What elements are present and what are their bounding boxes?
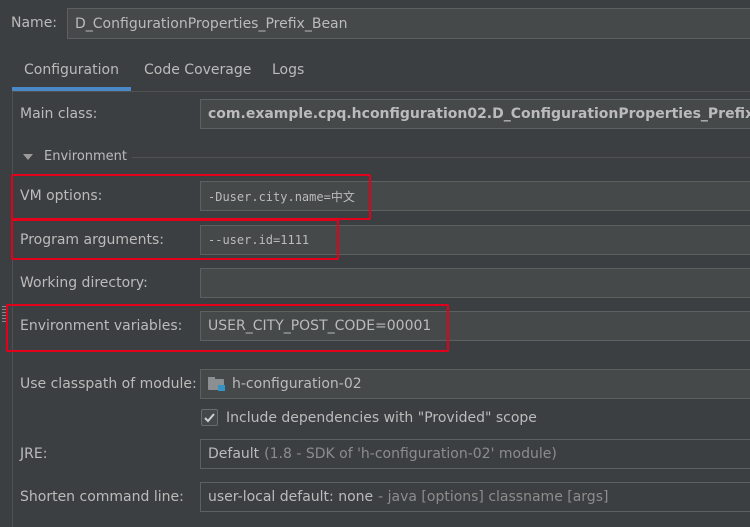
shorten-command-line-select[interactable]: user-local default: none - java [options… (200, 482, 750, 512)
jre-hint: (1.8 - SDK of 'h-configuration-02' modul… (264, 446, 557, 462)
working-directory-label: Working directory: (20, 275, 148, 291)
environment-variables-highlight (6, 304, 449, 352)
shorten-command-line-value: user-local default: none (208, 489, 374, 505)
tab-configuration[interactable]: Configuration (24, 62, 119, 78)
classpath-module-label: Use classpath of module: (20, 376, 197, 392)
section-divider (132, 157, 750, 158)
module-folder-icon (208, 377, 226, 391)
shorten-command-line-hint: - java [options] classname [args] (378, 489, 609, 505)
tab-logs[interactable]: Logs (272, 62, 304, 78)
chevron-down-icon (23, 153, 33, 160)
vm-options-highlight (11, 174, 371, 220)
environment-section-toggle[interactable]: Environment (22, 149, 127, 164)
tab-code-coverage[interactable]: Code Coverage (144, 62, 251, 78)
checkbox-checked-icon (201, 409, 218, 426)
classpath-module-value: h-configuration-02 (232, 376, 362, 392)
include-dependencies-checkbox[interactable]: Include dependencies with "Provided" sco… (201, 409, 537, 426)
splitter-grip[interactable] (2, 306, 6, 324)
classpath-module-select[interactable]: h-configuration-02 (200, 369, 750, 399)
name-input[interactable]: D_ConfigurationProperties_Prefix_Bean (67, 8, 750, 39)
name-label: Name: (11, 15, 58, 31)
jre-value: Default (208, 446, 260, 462)
main-class-value: com.example.cpq.hconfiguration02.D_Confi… (208, 106, 750, 122)
shorten-command-line-label: Shorten command line: (20, 489, 184, 505)
working-directory-input[interactable] (200, 268, 750, 298)
jre-select[interactable]: Default (1.8 - SDK of 'h-configuration-0… (200, 439, 750, 469)
environment-section-label: Environment (44, 149, 128, 164)
main-class-input[interactable]: com.example.cpq.hconfiguration02.D_Confi… (200, 99, 750, 129)
name-input-value: D_ConfigurationProperties_Prefix_Bean (75, 15, 348, 32)
program-arguments-highlight (11, 219, 339, 260)
main-class-label: Main class: (20, 106, 98, 122)
jre-label: JRE: (20, 446, 48, 462)
include-dependencies-label: Include dependencies with "Provided" sco… (226, 409, 537, 426)
